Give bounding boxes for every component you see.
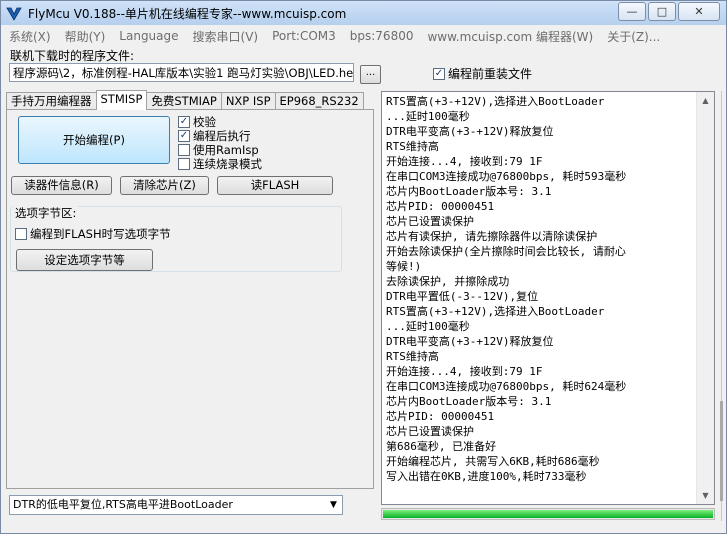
- log-line: 在串口COM3连接成功@76800bps, 耗时593毫秒: [386, 170, 627, 183]
- log-line: DTR电平变高(+3-+12V)释放复位: [386, 335, 554, 348]
- set-option-bytes-button[interactable]: 设定选项字节等: [16, 249, 153, 271]
- option-bytes-title: 选项字节区:: [13, 205, 79, 221]
- flymcu-logo-icon: [6, 7, 22, 21]
- reload-checkbox[interactable]: ✓: [433, 67, 445, 80]
- log-line: 开始编程芯片, 共需写入6KB,耗时686毫秒: [386, 455, 600, 468]
- log-line: 开始去除读保护(全片擦除时间会比较长, 请耐心: [386, 245, 626, 258]
- verify-label: 校验: [193, 115, 216, 129]
- tab-stmiap[interactable]: 免费STMIAP: [146, 92, 222, 109]
- log-line: 芯片内BootLoader版本号: 3.1: [386, 395, 552, 408]
- window-title: FlyMcu V0.188--单片机在线编程专家--www.mcuisp.com: [28, 6, 347, 21]
- program-options: ✓ 校验 ✓ 编程后执行 使用RamIsp 连续烧录模式: [178, 115, 262, 171]
- write-option-bytes[interactable]: 编程到FLASH时写选项字节: [15, 227, 171, 241]
- read-device-info-button[interactable]: 读器件信息(R): [11, 176, 112, 195]
- log-line: 芯片PID: 00000451: [386, 200, 495, 213]
- verify-checkbox[interactable]: ✓: [178, 116, 190, 128]
- log-line: RTS置高(+3-+12V),选择进入BootLoader: [386, 95, 605, 108]
- tab-bar: 手持万用编程器 STMISP 免费STMIAP NXP ISP EP968_RS…: [6, 90, 364, 110]
- log-line: 写入出错在0KB,进度100%,耗时733毫秒: [386, 470, 587, 483]
- menu-system[interactable]: 系统(X): [9, 28, 51, 45]
- tab-stmisp[interactable]: STMISP: [95, 90, 148, 110]
- run-after-label: 编程后执行: [193, 129, 251, 143]
- progress-bar: [381, 508, 715, 520]
- tab-handheld[interactable]: 手持万用编程器: [6, 92, 97, 109]
- menu-help[interactable]: 帮助(Y): [65, 28, 106, 45]
- log-line: RTS维持高: [386, 140, 439, 153]
- continuous-label: 连续烧录模式: [193, 157, 262, 171]
- menu-about[interactable]: 关于(Z)...: [607, 28, 660, 45]
- log-line: 芯片PID: 00000451: [386, 410, 495, 423]
- menu-language[interactable]: Language: [119, 29, 178, 43]
- log-line: 去除读保护, 并擦除成功: [386, 275, 510, 288]
- file-label: 联机下载时的程序文件:: [10, 49, 135, 63]
- tab-nxp-isp[interactable]: NXP ISP: [220, 92, 276, 109]
- write-option-label: 编程到FLASH时写选项字节: [30, 227, 171, 241]
- window-scroll-edge: [720, 91, 723, 521]
- menu-search-port[interactable]: 搜索串口(V): [193, 28, 259, 45]
- ramisp-checkbox[interactable]: [178, 144, 190, 156]
- option-verify[interactable]: ✓ 校验: [178, 115, 262, 129]
- log-line: 开始连接...4, 接收到:79 1F: [386, 155, 543, 168]
- menu-bps[interactable]: bps:76800: [350, 29, 414, 43]
- progress-fill: [383, 510, 713, 518]
- minimize-button[interactable]: —: [618, 2, 646, 21]
- menu-bar: 系统(X) 帮助(Y) Language 搜索串口(V) Port:COM3 b…: [1, 26, 726, 46]
- log-line: 芯片已设置读保护: [386, 215, 474, 228]
- maximize-icon: □: [656, 5, 668, 18]
- log-scrollbar[interactable]: ▲ ▼: [696, 92, 714, 504]
- minimize-icon: —: [626, 5, 638, 18]
- scroll-up-icon[interactable]: ▲: [697, 92, 714, 109]
- log-line: ...延时100毫秒: [386, 320, 470, 333]
- log-line: RTS维持高: [386, 350, 439, 363]
- maximize-button[interactable]: □: [648, 2, 676, 21]
- erase-chip-button[interactable]: 清除芯片(Z): [120, 176, 209, 195]
- log-line: 芯片已设置读保护: [386, 425, 474, 438]
- browse-button[interactable]: ...: [360, 65, 381, 84]
- title-bar: FlyMcu V0.188--单片机在线编程专家--www.mcuisp.com…: [1, 1, 726, 25]
- scroll-down-icon[interactable]: ▼: [697, 487, 714, 504]
- menu-port[interactable]: Port:COM3: [272, 29, 336, 43]
- option-continuous[interactable]: 连续烧录模式: [178, 157, 262, 171]
- log-lines: RTS置高(+3-+12V),选择进入BootLoader ...延时100毫秒 D…: [386, 94, 626, 484]
- continuous-checkbox[interactable]: [178, 158, 190, 170]
- reload-option[interactable]: ✓ 编程前重装文件: [433, 65, 532, 82]
- run-after-checkbox[interactable]: ✓: [178, 130, 190, 142]
- menu-programmer[interactable]: www.mcuisp.com 编程器(W): [427, 28, 593, 45]
- tab-ep968[interactable]: EP968_RS232: [274, 92, 364, 109]
- write-option-checkbox[interactable]: [15, 228, 27, 240]
- log-line: DTR电平变高(+3-+12V)释放复位: [386, 125, 554, 138]
- dtr-mode-value: DTR的低电平复位,RTS高电平进BootLoader: [13, 498, 233, 511]
- log-line: RTS置高(+3-+12V),选择进入BootLoader: [386, 305, 605, 318]
- log-line: DTR电平置低(-3--12V),复位: [386, 290, 539, 303]
- reload-label: 编程前重装文件: [448, 67, 533, 81]
- log-line: 在串口COM3连接成功@76800bps, 耗时624毫秒: [386, 380, 627, 393]
- log-line: 开始连接...4, 接收到:79 1F: [386, 365, 543, 378]
- ramisp-label: 使用RamIsp: [193, 143, 259, 157]
- log-line: ...延时100毫秒: [386, 110, 470, 123]
- start-programming-button[interactable]: 开始编程(P): [18, 116, 170, 164]
- log-line: 第686毫秒, 已准备好: [386, 440, 497, 453]
- app-window: FlyMcu V0.188--单片机在线编程专家--www.mcuisp.com…: [0, 0, 727, 534]
- read-flash-button[interactable]: 读FLASH: [217, 176, 333, 195]
- log-line: 芯片有读保护, 请先擦除器件以清除读保护: [386, 230, 598, 243]
- close-icon: ✕: [694, 5, 704, 18]
- option-run-after[interactable]: ✓ 编程后执行: [178, 129, 262, 143]
- dtr-mode-select[interactable]: DTR的低电平复位,RTS高电平进BootLoader ▼: [9, 495, 343, 515]
- log-line: 等候!): [386, 260, 422, 273]
- option-ramisp[interactable]: 使用RamIsp: [178, 143, 262, 157]
- dropdown-arrow-icon[interactable]: ▼: [325, 496, 342, 514]
- log-output[interactable]: RTS置高(+3-+12V),选择进入BootLoader ...延时100毫秒 D…: [381, 91, 715, 505]
- file-path-input[interactable]: 程序源码\2，标准例程-HAL库版本\实验1 跑马灯实验\OBJ\LED.hex: [9, 63, 354, 82]
- close-button[interactable]: ✕: [678, 2, 720, 21]
- right-edge-scroll: [717, 91, 726, 521]
- log-line: 芯片内BootLoader版本号: 3.1: [386, 185, 552, 198]
